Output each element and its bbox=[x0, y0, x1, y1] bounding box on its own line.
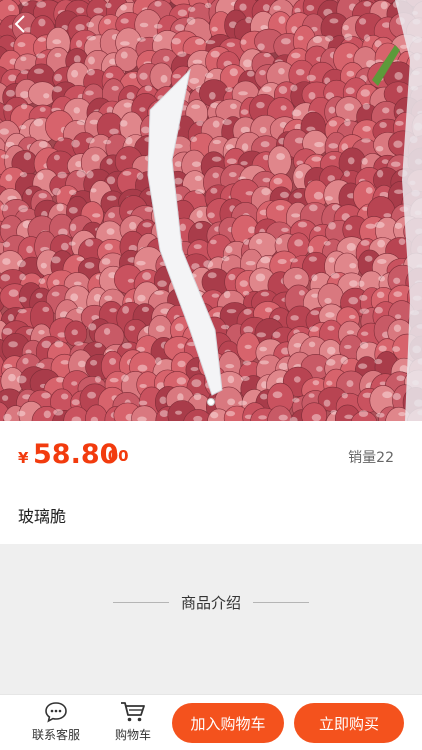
bottom-action-bar: 联系客服 购物车 加入购物车 立即购买 bbox=[0, 694, 422, 750]
carousel-indicator bbox=[0, 398, 422, 406]
divider-right bbox=[253, 602, 309, 603]
carousel-dot[interactable] bbox=[207, 398, 215, 406]
product-intro: 商品介绍 bbox=[0, 544, 422, 694]
chevron-left-icon bbox=[14, 15, 25, 33]
cart-icon bbox=[121, 702, 145, 722]
price: ¥ 58.80 .00 bbox=[18, 439, 404, 471]
product-name: 玻璃脆 bbox=[18, 507, 67, 526]
price-currency: ¥ bbox=[18, 449, 29, 467]
buy-now-button[interactable]: 立即购买 bbox=[294, 703, 404, 743]
intro-title: 商品介绍 bbox=[180, 594, 241, 612]
customer-service-button[interactable]: 联系客服 bbox=[24, 701, 88, 747]
grapes-photo bbox=[0, 0, 422, 421]
product-image[interactable] bbox=[0, 0, 422, 421]
cart-label: 购物车 bbox=[114, 728, 151, 742]
intro-heading: 商品介绍 bbox=[0, 592, 422, 613]
sales-count: 销量22 bbox=[348, 450, 394, 466]
back-button[interactable] bbox=[12, 14, 40, 42]
price-decimal: .00 bbox=[102, 447, 129, 465]
customer-service-label: 联系客服 bbox=[31, 728, 80, 742]
chat-icon bbox=[45, 702, 67, 723]
add-to-cart-button[interactable]: 加入购物车 bbox=[172, 703, 284, 743]
product-info: ¥ 58.80 .00 销量22 玻璃脆 bbox=[0, 421, 422, 544]
divider-left bbox=[112, 602, 169, 603]
cart-button[interactable]: 购物车 bbox=[101, 701, 165, 747]
